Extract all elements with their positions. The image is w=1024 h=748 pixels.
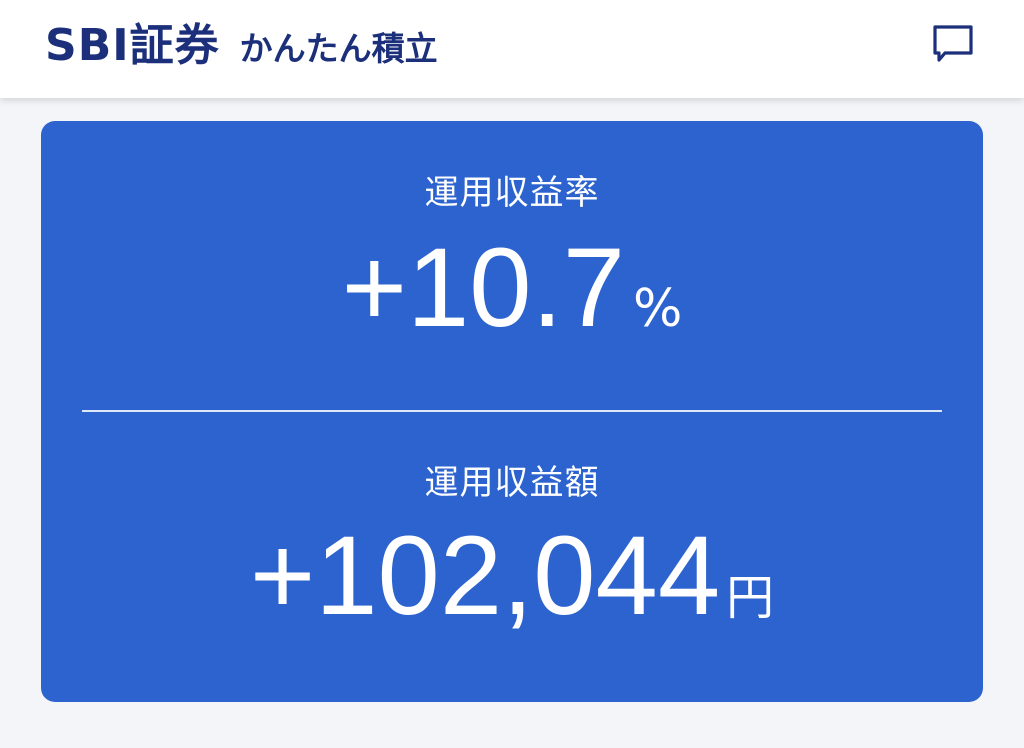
brand-logo: SBI証券	[45, 20, 220, 71]
return-amount-label: 運用収益額	[424, 463, 600, 503]
return-rate-unit: %	[632, 279, 683, 339]
profit-summary-card: 運用収益率 +10.7 % 運用収益額 +102,044 円	[41, 121, 983, 702]
return-rate-section: 運用収益率 +10.7 %	[41, 121, 983, 411]
return-amount-unit: 円	[726, 570, 775, 626]
return-amount-value-row: +102,044 円	[41, 513, 983, 638]
return-amount-section: 運用収益額 +102,044 円	[41, 411, 983, 702]
return-rate-value-row: +10.7 %	[41, 225, 983, 350]
chat-bubble-icon	[933, 25, 973, 62]
return-rate-value: +10.7	[341, 225, 625, 350]
return-amount-value: +102,044	[249, 513, 721, 638]
brand: SBI証券 かんたん積立	[45, 14, 438, 78]
service-name: かんたん積立	[239, 29, 438, 68]
return-rate-label: 運用収益率	[424, 173, 600, 213]
app-header: SBI証券 かんたん積立	[0, 0, 1024, 98]
chat-button[interactable]	[924, 16, 982, 74]
